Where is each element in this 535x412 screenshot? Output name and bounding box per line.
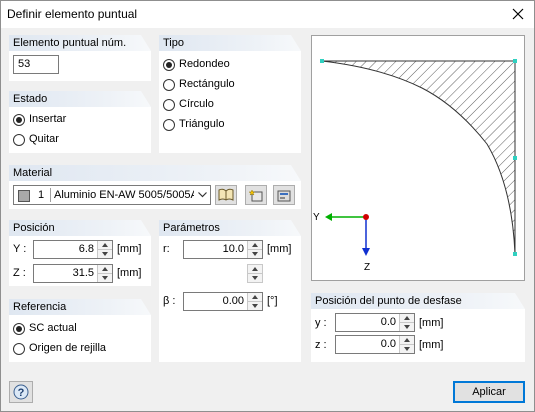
group-parameters: Parámetros r: 10.0 [mm] β : 0.00 [°] bbox=[159, 220, 301, 362]
param-beta-label: β : bbox=[163, 295, 176, 307]
param-r-input[interactable]: 10.0 bbox=[183, 240, 263, 259]
type-label-circulo: Círculo bbox=[179, 98, 214, 110]
material-color-swatch bbox=[18, 190, 30, 202]
material-name: Aluminio EN-AW 5005/5005A bbox=[54, 189, 194, 201]
new-material-icon bbox=[248, 189, 263, 202]
apply-button[interactable]: Aplicar bbox=[453, 381, 525, 403]
param-r-unit: [mm] bbox=[267, 243, 292, 255]
group-title-type: Tipo bbox=[163, 37, 184, 49]
y-axis-label: Y bbox=[313, 212, 320, 223]
svg-text:?: ? bbox=[18, 387, 25, 399]
offset-y-value: 0.0 bbox=[380, 316, 396, 328]
material-number: 1 bbox=[38, 189, 45, 201]
position-z-unit: [mm] bbox=[117, 267, 142, 279]
close-button[interactable] bbox=[508, 4, 528, 24]
chevron-down-icon bbox=[198, 192, 207, 198]
position-y-unit: [mm] bbox=[117, 243, 142, 255]
type-radio-rectangulo[interactable] bbox=[163, 79, 175, 91]
node-marker bbox=[320, 59, 324, 63]
offset-z-spinner[interactable] bbox=[399, 336, 414, 353]
offset-y-spinner[interactable] bbox=[399, 314, 414, 331]
title-bar: Definir elemento puntual bbox=[1, 1, 534, 28]
dialog-title: Definir elemento puntual bbox=[7, 7, 138, 21]
offset-y-input[interactable]: 0.0 bbox=[335, 313, 415, 332]
node-marker bbox=[513, 59, 517, 63]
group-title-element-number: Elemento puntual núm. bbox=[13, 37, 127, 49]
type-radio-circulo[interactable] bbox=[163, 99, 175, 111]
group-reference: Referencia SC actual Origen de rejilla bbox=[9, 299, 151, 362]
type-label-redondeo: Redondeo bbox=[179, 58, 230, 70]
group-title-position: Posición bbox=[13, 222, 55, 234]
shape-preview-canvas: Y Z bbox=[313, 59, 517, 273]
param-beta-spinner[interactable] bbox=[247, 293, 262, 310]
state-radio-insertar[interactable] bbox=[13, 114, 25, 126]
reference-label-origen-rejilla: Origen de rejilla bbox=[29, 342, 107, 354]
new-material-button[interactable] bbox=[245, 185, 267, 205]
reference-label-sc-actual: SC actual bbox=[29, 322, 77, 334]
material-select[interactable]: 1 Aluminio EN-AW 5005/5005A bbox=[13, 185, 211, 205]
y-axis-arrowhead bbox=[325, 213, 332, 221]
position-z-spinner[interactable] bbox=[97, 265, 112, 282]
group-title-reference: Referencia bbox=[13, 301, 67, 313]
edit-material-button[interactable] bbox=[273, 185, 295, 205]
shape-preview: Y Z bbox=[311, 35, 525, 281]
param-r-label: r: bbox=[163, 243, 170, 255]
node-marker bbox=[513, 156, 517, 160]
group-type: Tipo Redondeo Rectángulo Círculo Triángu… bbox=[159, 35, 301, 153]
group-state: Estado Insertar Quitar bbox=[9, 91, 151, 153]
group-element-number: Elemento puntual núm. 53 bbox=[9, 35, 151, 81]
group-title-offset-position: Posición del punto de desfase bbox=[315, 295, 462, 307]
close-icon bbox=[512, 8, 524, 20]
type-label-triangulo: Triángulo bbox=[179, 118, 225, 130]
position-y-input[interactable]: 6.8 bbox=[33, 240, 113, 259]
origin-point bbox=[363, 214, 369, 220]
position-y-value: 6.8 bbox=[78, 243, 94, 255]
param-r-spinner[interactable] bbox=[247, 241, 262, 258]
group-offset-position: Posición del punto de desfase y : 0.0 [m… bbox=[311, 293, 525, 362]
offset-z-value: 0.0 bbox=[380, 338, 396, 350]
offset-y-label: y : bbox=[315, 317, 327, 329]
state-radio-quitar[interactable] bbox=[13, 134, 25, 146]
position-z-label: Z : bbox=[13, 267, 26, 279]
group-title-state: Estado bbox=[13, 93, 48, 105]
param-extra-spinner[interactable] bbox=[247, 264, 263, 283]
position-z-value: 31.5 bbox=[72, 267, 94, 279]
rounding-shape-hatched bbox=[321, 60, 516, 255]
param-beta-unit: [°] bbox=[267, 295, 278, 307]
offset-z-input[interactable]: 0.0 bbox=[335, 335, 415, 354]
reference-radio-sc-actual[interactable] bbox=[13, 323, 25, 335]
group-title-parameters: Parámetros bbox=[163, 222, 220, 234]
position-z-input[interactable]: 31.5 bbox=[33, 264, 113, 283]
type-label-rectangulo: Rectángulo bbox=[179, 78, 235, 90]
element-number-input[interactable]: 53 bbox=[13, 55, 59, 74]
param-beta-value: 0.00 bbox=[222, 295, 244, 307]
apply-button-label: Aplicar bbox=[472, 386, 506, 398]
position-y-label: Y : bbox=[13, 243, 27, 255]
position-y-spinner[interactable] bbox=[97, 241, 112, 258]
z-axis-label: Z bbox=[364, 262, 370, 273]
dialog-window: Definir elemento puntual Elemento puntua… bbox=[0, 0, 535, 412]
offset-y-unit: [mm] bbox=[419, 317, 444, 329]
param-beta-input[interactable]: 0.00 bbox=[183, 292, 263, 311]
group-material: Material 1 Aluminio EN-AW 5005/5005A bbox=[9, 165, 301, 209]
group-position: Posición Y : 6.8 [mm] Z : 31.5 [mm] bbox=[9, 220, 151, 286]
offset-z-unit: [mm] bbox=[419, 339, 444, 351]
z-axis-arrowhead bbox=[362, 248, 370, 256]
edit-material-icon bbox=[277, 190, 291, 202]
param-r-value: 10.0 bbox=[222, 243, 244, 255]
state-label-insertar: Insertar bbox=[29, 113, 67, 125]
help-icon: ? bbox=[13, 384, 29, 400]
material-library-button[interactable] bbox=[215, 185, 237, 205]
material-library-icon bbox=[218, 188, 234, 201]
reference-radio-origen-rejilla[interactable] bbox=[13, 343, 25, 355]
offset-z-label: z : bbox=[315, 339, 327, 351]
state-label-quitar: Quitar bbox=[29, 133, 59, 145]
group-title-material: Material bbox=[13, 167, 53, 179]
dialog-footer: ? Aplicar bbox=[1, 373, 534, 411]
node-marker bbox=[513, 252, 517, 256]
type-radio-triangulo[interactable] bbox=[163, 119, 175, 131]
type-radio-redondeo[interactable] bbox=[163, 59, 175, 71]
help-button[interactable]: ? bbox=[9, 381, 33, 403]
